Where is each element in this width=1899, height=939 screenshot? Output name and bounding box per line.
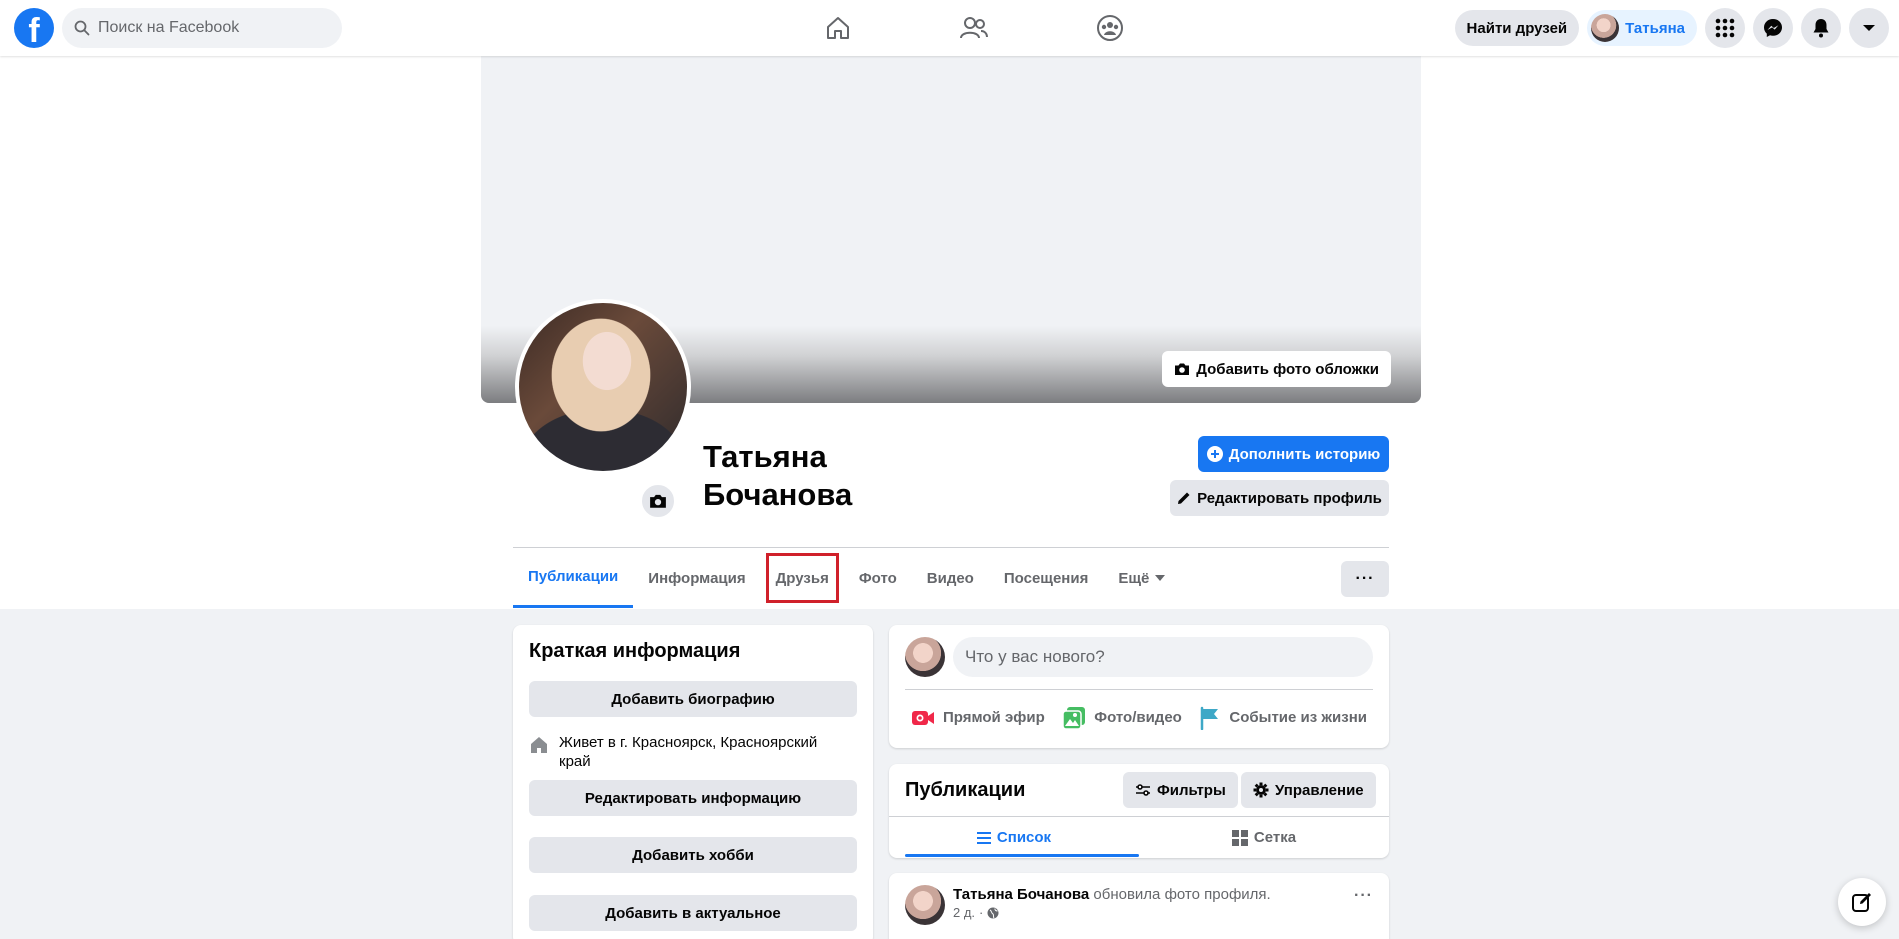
messenger-button[interactable] bbox=[1753, 8, 1793, 48]
profile-tabs: Публикации Информация Друзья Фото Видео … bbox=[513, 548, 1180, 609]
profile-name: Татьяна Бочанова bbox=[703, 439, 853, 512]
post-action-text: обновила фото профиля. bbox=[1089, 886, 1271, 903]
avatar bbox=[905, 637, 945, 677]
groups-icon bbox=[1097, 15, 1123, 41]
compose-icon bbox=[1852, 893, 1871, 912]
avatar[interactable] bbox=[905, 885, 945, 925]
globe-icon bbox=[987, 907, 999, 918]
top-right-actions: Найти друзей Татьяна bbox=[1454, 8, 1889, 48]
notifications-button[interactable] bbox=[1801, 8, 1841, 48]
intro-title: Краткая информация bbox=[529, 640, 741, 662]
add-bio-button[interactable]: Добавить биографию bbox=[529, 681, 857, 717]
tab-about[interactable]: Информация bbox=[633, 548, 760, 608]
home-icon bbox=[531, 737, 547, 753]
list-icon bbox=[976, 831, 991, 844]
messenger-icon bbox=[1764, 19, 1782, 37]
home-icon bbox=[827, 17, 849, 39]
life-event-flag-icon bbox=[1201, 706, 1219, 730]
top-navigation-bar: f Найти друзей Татьяна bbox=[0, 0, 1899, 56]
intro-card: Краткая информация Добавить биографию Жи… bbox=[513, 625, 873, 939]
post-card: Татьяна Бочанова обновила фото профиля. … bbox=[889, 873, 1389, 939]
manage-posts-button[interactable]: Управление bbox=[1241, 772, 1376, 808]
search-box[interactable] bbox=[62, 8, 342, 48]
filters-button[interactable]: Фильтры bbox=[1123, 772, 1238, 808]
add-hobbies-button[interactable]: Добавить хобби bbox=[529, 837, 857, 873]
pencil-icon bbox=[1178, 492, 1190, 504]
nav-friends-button[interactable] bbox=[906, 0, 1042, 56]
main-nav bbox=[770, 0, 1178, 56]
edit-profile-button[interactable]: Редактировать профиль bbox=[1170, 480, 1389, 516]
posts-title: Публикации bbox=[905, 779, 1026, 801]
post-author-link[interactable]: Татьяна Бочанова bbox=[953, 886, 1089, 903]
tab-check-ins[interactable]: Посещения bbox=[989, 548, 1103, 608]
facebook-logo-icon[interactable]: f bbox=[14, 8, 54, 48]
list-view-tab[interactable]: Список bbox=[889, 817, 1139, 858]
menu-grid-icon bbox=[1715, 18, 1735, 38]
notifications-icon bbox=[1813, 19, 1829, 38]
camera-icon bbox=[650, 494, 666, 508]
profile-picture[interactable] bbox=[515, 299, 691, 475]
menu-button[interactable] bbox=[1705, 8, 1745, 48]
tab-friends[interactable]: Друзья bbox=[761, 548, 844, 608]
post-meta: 2 д. · bbox=[953, 905, 999, 920]
friends-icon bbox=[960, 17, 988, 39]
edit-details-button[interactable]: Редактировать информацию bbox=[529, 780, 857, 816]
new-message-button[interactable] bbox=[1838, 878, 1886, 926]
profile-more-options-button[interactable]: ··· bbox=[1341, 561, 1389, 597]
add-featured-button[interactable]: Добавить в актуальное bbox=[529, 895, 857, 931]
post-composer: Что у вас нового? Прямой эфир Фото/видео… bbox=[889, 625, 1389, 748]
caret-down-icon bbox=[1155, 575, 1166, 581]
account-menu-button[interactable] bbox=[1849, 8, 1889, 48]
tab-posts[interactable]: Публикации bbox=[513, 548, 634, 608]
nav-home-button[interactable] bbox=[770, 0, 906, 56]
photo-video-button[interactable]: Фото/видео bbox=[1056, 706, 1188, 730]
post-timestamp[interactable]: 2 д. bbox=[953, 905, 975, 920]
tab-more[interactable]: Ещё bbox=[1103, 548, 1180, 608]
photo-video-icon bbox=[1062, 706, 1086, 730]
add-cover-photo-button[interactable]: Добавить фото обложки bbox=[1162, 351, 1391, 387]
account-dropdown-icon bbox=[1863, 25, 1875, 31]
tab-photos[interactable]: Фото bbox=[844, 548, 912, 608]
post-options-button[interactable]: ··· bbox=[1354, 887, 1373, 905]
profile-shortcut-button[interactable]: Татьяна bbox=[1587, 10, 1697, 46]
composer-actions: Прямой эфир Фото/видео Событие из жизни bbox=[905, 695, 1373, 740]
avatar bbox=[519, 303, 687, 471]
live-video-button[interactable]: Прямой эфир bbox=[905, 708, 1051, 728]
post-header-text: Татьяна Бочанова обновила фото профиля. bbox=[953, 886, 1271, 903]
search-icon bbox=[74, 20, 90, 36]
grid-icon bbox=[1231, 829, 1248, 846]
whats-on-your-mind-input[interactable]: Что у вас нового? bbox=[953, 637, 1373, 677]
plus-circle-icon bbox=[1206, 446, 1223, 462]
gear-icon bbox=[1253, 782, 1269, 798]
update-profile-picture-button[interactable] bbox=[640, 483, 676, 519]
sliders-icon bbox=[1136, 784, 1150, 796]
posts-header-card: Публикации Фильтры Управление Список Сет… bbox=[889, 764, 1389, 858]
nav-groups-button[interactable] bbox=[1042, 0, 1178, 56]
find-friends-button[interactable]: Найти друзей bbox=[1454, 10, 1580, 46]
add-to-story-button[interactable]: Дополнить историю bbox=[1198, 436, 1389, 472]
grid-view-tab[interactable]: Сетка bbox=[1139, 817, 1389, 858]
search-input[interactable] bbox=[98, 19, 328, 37]
active-view-indicator bbox=[905, 854, 1139, 857]
tab-videos[interactable]: Видео bbox=[912, 548, 989, 608]
live-video-icon bbox=[912, 710, 934, 725]
profile-header: Добавить фото обложки bbox=[0, 56, 1899, 609]
life-event-button[interactable]: Событие из жизни bbox=[1193, 706, 1373, 730]
avatar bbox=[1591, 14, 1620, 42]
divider bbox=[905, 689, 1373, 690]
camera-icon bbox=[1175, 363, 1190, 375]
lives-in-row: Живет в г. Красноярск, Красноярский край bbox=[529, 733, 849, 771]
